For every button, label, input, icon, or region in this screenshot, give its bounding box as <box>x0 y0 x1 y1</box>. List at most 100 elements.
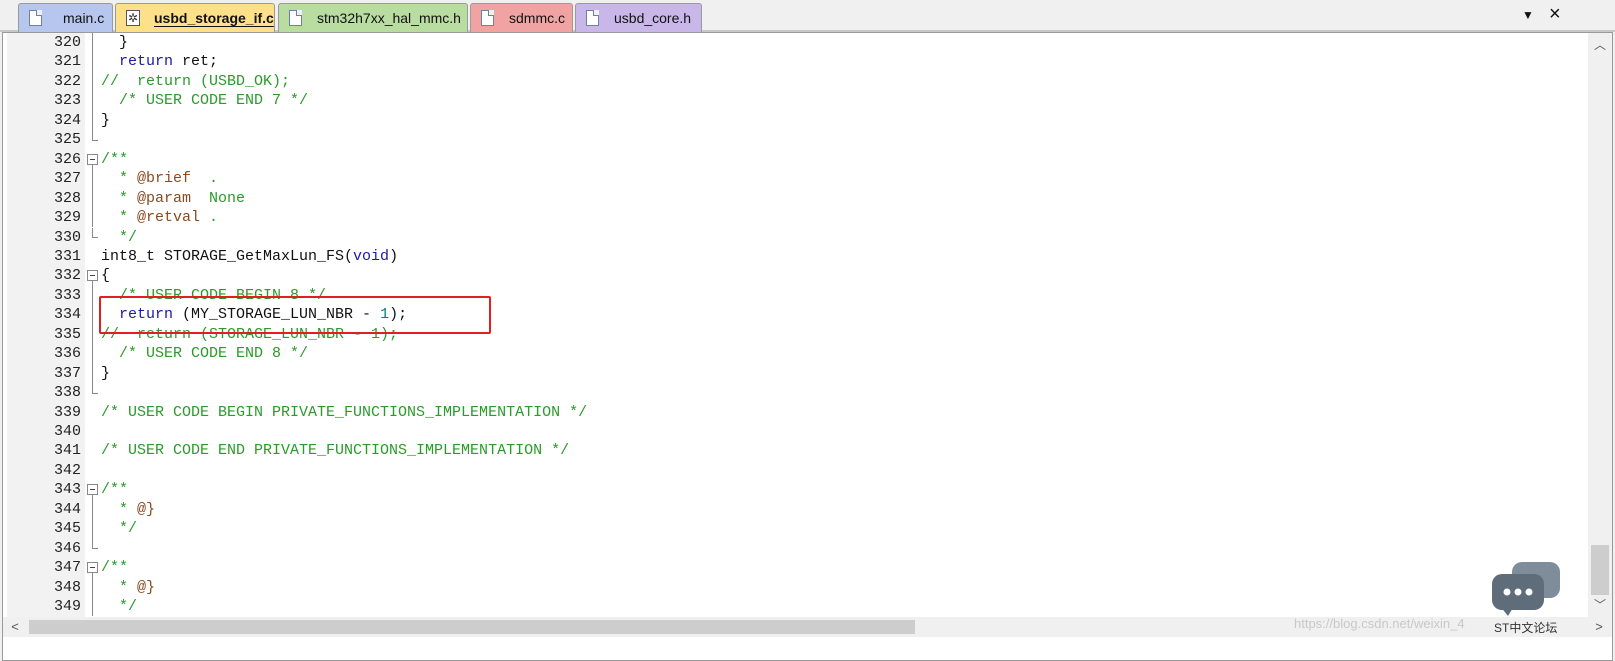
code-line[interactable]: */ <box>101 597 137 617</box>
fold-guide <box>92 383 93 393</box>
code-line[interactable]: /** <box>101 480 128 500</box>
vertical-scroll-thumb[interactable] <box>1591 545 1609 595</box>
fold-collapse-icon[interactable] <box>87 270 98 282</box>
line-number: 347 <box>53 559 81 577</box>
vertical-scrollbar[interactable]: ︿ ﹀ <box>1588 33 1612 617</box>
line-number: 325 <box>53 131 81 149</box>
forum-label: ST中文论坛 <box>1494 621 1558 635</box>
line-number: 346 <box>53 539 81 557</box>
chat-bubble-icon <box>1492 562 1560 616</box>
fold-guide <box>92 597 93 617</box>
line-number: 349 <box>53 598 81 616</box>
fold-guide <box>92 577 93 598</box>
line-number: 327 <box>53 170 81 188</box>
tab-label: stm32h7xx_hal_mmc.h <box>317 10 461 26</box>
code-line[interactable]: * @brief . <box>101 169 218 189</box>
code-line[interactable]: /* USER CODE END 7 */ <box>101 91 308 111</box>
tab-stm32h7xx-hal-mmc-h[interactable]: stm32h7xx_hal_mmc.h <box>278 3 468 32</box>
code-line[interactable]: { <box>101 266 110 286</box>
fold-guide <box>92 71 93 92</box>
fold-margin <box>85 33 99 617</box>
fold-collapse-icon[interactable] <box>87 562 98 574</box>
document-icon <box>586 10 599 26</box>
fold-end-marker <box>92 392 98 394</box>
fold-end-marker <box>92 237 98 239</box>
line-number: 343 <box>53 481 81 499</box>
line-number: 332 <box>53 267 81 285</box>
document-icon <box>29 10 42 26</box>
line-number-gutter: 320 321 322 323 324 325 326 327 328 329 330 331 332 3… <box>7 33 85 617</box>
editor-tab-bar: main.c ✲ usbd_storage_if.c stm32h7xx_hal… <box>0 0 1615 32</box>
fold-guide <box>92 188 93 209</box>
line-number: 342 <box>53 461 81 479</box>
fold-guide <box>92 130 93 140</box>
line-number: 335 <box>53 325 81 343</box>
code-line[interactable]: /** <box>101 558 128 578</box>
modified-document-icon: ✲ <box>126 10 140 26</box>
line-number: 323 <box>53 92 81 110</box>
code-line[interactable]: * @param None <box>101 189 245 209</box>
horizontal-scroll-thumb[interactable] <box>29 620 915 634</box>
line-number: 324 <box>53 111 81 129</box>
close-tab-icon[interactable]: × <box>1549 4 1561 24</box>
fold-end-marker <box>92 548 98 550</box>
code-editor[interactable]: 320 321 322 323 324 325 326 327 328 329 330 331 332 3… <box>2 32 1613 661</box>
code-line[interactable]: */ <box>101 228 137 248</box>
line-number: 328 <box>53 189 81 207</box>
code-line[interactable]: // return (USBD_OK); <box>101 72 290 92</box>
line-number: 348 <box>53 578 81 596</box>
line-number: 329 <box>53 209 81 227</box>
tab-usbd-storage-if-c[interactable]: ✲ usbd_storage_if.c <box>115 3 275 32</box>
line-number: 333 <box>53 286 81 304</box>
code-line[interactable]: int8_t STORAGE_GetMaxLun_FS(void) <box>101 247 398 267</box>
fold-guide <box>92 227 93 238</box>
line-number: 345 <box>53 520 81 538</box>
line-number: 320 <box>53 34 81 51</box>
fold-collapse-icon[interactable] <box>87 484 98 496</box>
line-number: 338 <box>53 384 81 402</box>
code-line[interactable]: /* USER CODE END 8 */ <box>101 344 308 364</box>
line-number: 322 <box>53 72 81 90</box>
tab-usbd-core-h[interactable]: usbd_core.h <box>575 3 702 32</box>
tab-list-dropdown-icon[interactable]: ▼ <box>1522 8 1534 22</box>
scroll-right-icon[interactable]: > <box>1589 617 1609 637</box>
line-number: 340 <box>53 423 81 440</box>
code-line[interactable]: } <box>101 33 128 53</box>
code-line[interactable]: } <box>101 364 110 384</box>
fold-guide <box>92 110 93 131</box>
tab-label: usbd_storage_if.c <box>154 10 274 26</box>
line-number: 344 <box>53 500 81 518</box>
code-line[interactable]: * @} <box>101 578 155 598</box>
highlight-annotation-box <box>99 296 491 334</box>
fold-guide <box>92 33 93 53</box>
tab-sdmmc-c[interactable]: sdmmc.c <box>470 3 573 32</box>
tab-main-c[interactable]: main.c <box>18 3 113 32</box>
fold-collapse-icon[interactable] <box>87 153 98 165</box>
line-number: 331 <box>53 247 81 265</box>
fold-guide <box>92 344 93 364</box>
tab-label: usbd_core.h <box>614 10 692 26</box>
scroll-down-icon[interactable]: ﹀ <box>1588 595 1612 615</box>
fold-guide <box>92 169 93 189</box>
line-number: 330 <box>53 228 81 246</box>
code-line[interactable]: * @} <box>101 500 155 520</box>
line-number: 336 <box>53 345 81 363</box>
code-line[interactable]: /* USER CODE BEGIN PRIVATE_FUNCTIONS_IMP… <box>101 403 587 423</box>
fold-guide <box>92 305 93 325</box>
fold-guide <box>92 324 93 345</box>
code-line[interactable]: return ret; <box>101 52 218 72</box>
scroll-left-icon[interactable]: < <box>5 617 25 637</box>
code-line[interactable]: */ <box>101 519 137 539</box>
code-line[interactable]: /** <box>101 150 128 170</box>
scroll-up-icon[interactable]: ︿ <box>1588 35 1612 55</box>
code-line[interactable]: } <box>101 111 110 131</box>
fold-guide <box>92 363 93 384</box>
code-line[interactable]: /* USER CODE END PRIVATE_FUNCTIONS_IMPLE… <box>101 441 569 461</box>
code-line[interactable]: * @retval . <box>101 208 218 228</box>
fold-guide <box>92 91 93 111</box>
fold-guide <box>92 499 93 520</box>
line-number: 339 <box>53 403 81 421</box>
tab-label: main.c <box>63 10 105 26</box>
watermark-text: https://blog.csdn.net/weixin_4 <box>1294 616 1465 631</box>
line-number: 337 <box>53 364 81 382</box>
